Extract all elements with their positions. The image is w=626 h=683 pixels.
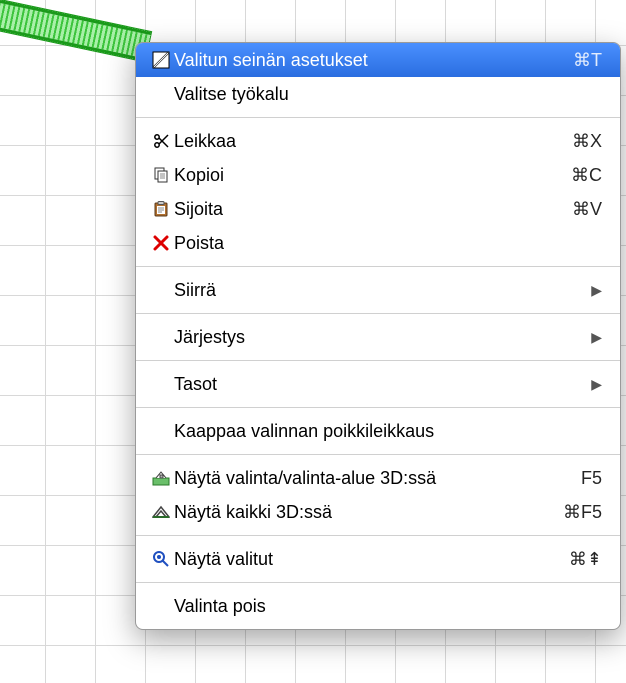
menu-item-capture-section[interactable]: Kaappaa valinnan poikkileikkaus	[136, 414, 620, 448]
menu-item-show-selection-3d[interactable]: Näytä valinta/valinta-alue 3D:ssä F5	[136, 461, 620, 495]
menu-separator	[136, 535, 620, 536]
menu-separator	[136, 266, 620, 267]
menu-separator	[136, 117, 620, 118]
menu-item-shortcut: ⌘⇞	[569, 549, 602, 570]
chevron-right-icon: ▶	[591, 282, 602, 299]
menu-item-label: Valinta pois	[174, 596, 602, 617]
scissors-icon	[148, 132, 174, 150]
menu-item-shortcut: ⌘F5	[563, 502, 602, 523]
clipboard-icon	[148, 200, 174, 218]
wall-settings-icon	[148, 51, 174, 69]
menu-separator	[136, 454, 620, 455]
menu-item-show-selected[interactable]: Näytä valitut ⌘⇞	[136, 542, 620, 576]
menu-item-settings[interactable]: Valitun seinän asetukset ⌘T	[136, 43, 620, 77]
menu-item-label: Leikkaa	[174, 131, 572, 152]
menu-item-shortcut: ⌘X	[572, 131, 602, 152]
menu-item-label: Kaappaa valinnan poikkileikkaus	[174, 421, 602, 442]
menu-item-label: Valitse työkalu	[174, 84, 602, 105]
menu-item-move[interactable]: Siirrä ▶	[136, 273, 620, 307]
menu-item-shortcut: ⌘C	[571, 165, 602, 186]
menu-item-shortcut: F5	[581, 468, 602, 489]
menu-item-arrange[interactable]: Järjestys ▶	[136, 320, 620, 354]
menu-separator	[136, 582, 620, 583]
delete-x-icon	[148, 234, 174, 252]
menu-item-label: Poista	[174, 233, 602, 254]
menu-item-shortcut: ⌘T	[573, 50, 602, 71]
menu-item-label: Näytä valinta/valinta-alue 3D:ssä	[174, 468, 581, 489]
menu-item-show-all-3d[interactable]: Näytä kaikki 3D:ssä ⌘F5	[136, 495, 620, 529]
menu-separator	[136, 313, 620, 314]
menu-separator	[136, 407, 620, 408]
menu-item-select-tool[interactable]: Valitse työkalu	[136, 77, 620, 111]
menu-item-delete[interactable]: Poista	[136, 226, 620, 260]
view-3d-selection-icon	[148, 469, 174, 487]
view-3d-all-icon	[148, 503, 174, 521]
menu-item-layers[interactable]: Tasot ▶	[136, 367, 620, 401]
menu-item-label: Näytä kaikki 3D:ssä	[174, 502, 563, 523]
menu-item-label: Tasot	[174, 374, 591, 395]
copy-icon	[148, 166, 174, 184]
menu-item-label: Järjestys	[174, 327, 591, 348]
menu-item-paste[interactable]: Sijoita ⌘V	[136, 192, 620, 226]
menu-item-shortcut: ⌘V	[572, 199, 602, 220]
menu-item-label: Siirrä	[174, 280, 591, 301]
menu-item-copy[interactable]: Kopioi ⌘C	[136, 158, 620, 192]
context-menu: Valitun seinän asetukset ⌘T Valitse työk…	[135, 42, 621, 630]
menu-item-label: Sijoita	[174, 199, 572, 220]
menu-item-label: Kopioi	[174, 165, 571, 186]
chevron-right-icon: ▶	[591, 329, 602, 346]
zoom-selection-icon	[148, 550, 174, 568]
menu-separator	[136, 360, 620, 361]
menu-item-label: Näytä valitut	[174, 549, 569, 570]
menu-item-label: Valitun seinän asetukset	[174, 50, 573, 71]
chevron-right-icon: ▶	[591, 376, 602, 393]
menu-item-deselect[interactable]: Valinta pois	[136, 589, 620, 623]
menu-item-cut[interactable]: Leikkaa ⌘X	[136, 124, 620, 158]
